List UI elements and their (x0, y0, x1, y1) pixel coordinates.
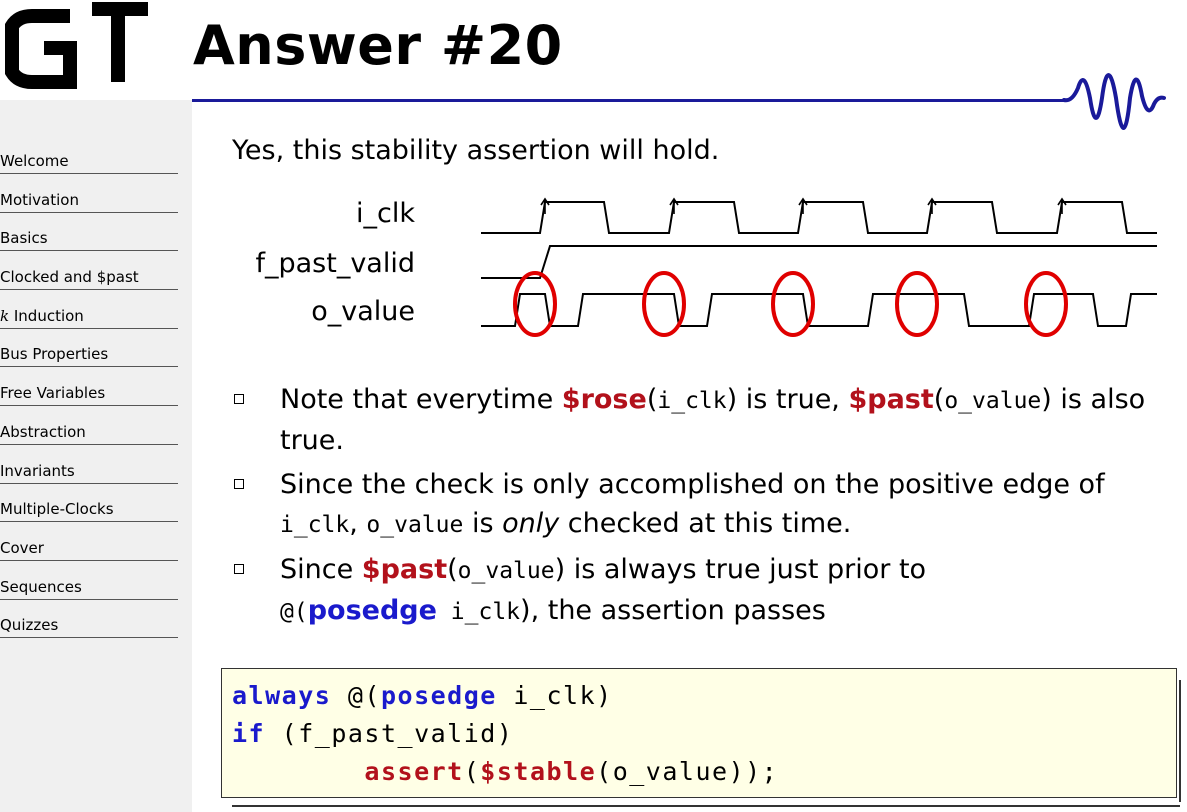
gt-logo (5, 2, 148, 89)
sidebar-item-motivation[interactable]: Motivation (0, 186, 180, 225)
sidebar-item-quizzes[interactable]: Quizzes (0, 611, 180, 650)
sidebar-item-basics[interactable]: Basics (0, 224, 180, 263)
signal-label-f-past-valid: f_past_valid (255, 248, 415, 279)
code-keyword: always (232, 681, 332, 710)
bullet-item: Since the check is only accomplished on … (230, 465, 1180, 545)
code-inline: o_value (457, 558, 555, 584)
code-inline: o_value (366, 512, 464, 538)
bullet-text: Since the check is only accomplished on … (280, 469, 1105, 500)
sidebar-item-invariants[interactable]: Invariants (0, 457, 180, 496)
highlight-circle (513, 271, 557, 337)
sidebar-item-welcome[interactable]: Welcome (0, 147, 180, 186)
code-inline: i_clk (436, 599, 521, 625)
bullet-text: ( (933, 384, 945, 415)
timing-diagram (481, 197, 1157, 337)
bullet-text: checked at this time. (559, 508, 852, 539)
page-title: Answer #20 (193, 14, 563, 77)
code-keyword: posedge (380, 681, 497, 710)
code-system-function: $stable (480, 757, 597, 786)
o-value-waveform (481, 293, 1157, 327)
posedge-keyword: posedge (307, 595, 437, 626)
sidebar-item-label: Cover (0, 539, 178, 561)
code-inline: i_clk (280, 512, 350, 538)
bullet-list: Note that everytime $rose(i_clk) is true… (230, 380, 1180, 632)
sidebar-item-label: k Induction (0, 307, 178, 329)
sidebar-nav: Welcome Motivation Basics Clocked and $p… (0, 147, 180, 650)
bullet-square-icon (234, 564, 244, 574)
sidebar-item-free-variables[interactable]: Free Variables (0, 379, 180, 418)
code-inline: i_clk (657, 388, 727, 414)
sidebar-item-multiple-clocks[interactable]: Multiple-Clocks (0, 495, 180, 534)
k-induction-text: Induction (9, 306, 84, 325)
sidebar-item-label: Motivation (0, 191, 178, 213)
code-block: always @(posedge i_clk) if (f_past_valid… (221, 668, 1177, 798)
sidebar-item-label: Bus Properties (0, 345, 178, 368)
intro-text: Yes, this stability assertion will hold. (232, 135, 720, 166)
code-text: (f_past_valid) (265, 719, 514, 748)
highlight-circle (895, 271, 939, 337)
emphasis-text: only (502, 508, 560, 539)
sidebar-item-clocked-and-past[interactable]: Clocked and $past (0, 263, 180, 302)
bullet-text: is (463, 508, 503, 539)
sidebar-item-label: Free Variables (0, 384, 178, 407)
code-keyword: if (232, 719, 266, 748)
sidebar-item-label: Basics (0, 229, 178, 252)
code-inline: @( (280, 599, 308, 625)
f-past-valid-waveform (481, 245, 1157, 279)
sidebar-item-label: Quizzes (0, 616, 178, 639)
i-clk-waveform (481, 201, 1157, 234)
sidebar-item-abstraction[interactable]: Abstraction (0, 418, 180, 457)
highlight-circle (642, 271, 686, 337)
sidebar-item-label: Invariants (0, 462, 178, 484)
sidebar-item-k-induction[interactable]: k Induction (0, 302, 180, 341)
code-box-shadow (1179, 680, 1181, 802)
bullet-square-icon (234, 479, 244, 489)
signal-label-i-clk: i_clk (356, 198, 415, 229)
sidebar-item-cover[interactable]: Cover (0, 534, 180, 573)
bullet-text: Note that everytime (280, 384, 562, 415)
bullet-item: Since $past(o_value) is always true just… (230, 550, 1180, 632)
past-keyword: $past (848, 384, 934, 415)
past-keyword: $past (361, 554, 448, 585)
bullet-square-icon (234, 394, 244, 404)
code-text: ( (463, 757, 481, 786)
bullet-text: ( (447, 554, 458, 585)
bullet-text: ( (646, 384, 658, 415)
sidebar-item-label: Sequences (0, 578, 178, 600)
code-system-function: assert (364, 757, 464, 786)
bullet-text: ) is true, (726, 384, 849, 415)
bullet-text: ) is always true just prior to (554, 554, 927, 585)
code-listing: always @(posedge i_clk) if (f_past_valid… (232, 677, 778, 791)
title-rule (192, 99, 1068, 102)
code-inline: o_value (944, 388, 1042, 414)
sidebar-item-label: Clocked and $past (0, 268, 178, 291)
bullet-item: Note that everytime $rose(i_clk) is true… (230, 380, 1180, 460)
sidebar-item-label: Welcome (0, 152, 178, 174)
code-text: i_clk) (496, 681, 613, 710)
k-variable: k (0, 306, 10, 325)
signal-label-o-value: o_value (311, 296, 415, 327)
bullet-text: Since (280, 554, 362, 585)
code-text: @( (331, 681, 381, 710)
rose-keyword: $rose (561, 384, 647, 415)
sidebar-item-label: Multiple-Clocks (0, 500, 178, 523)
bullet-text: ), the assertion passes (520, 595, 826, 626)
highlight-circle (771, 271, 815, 337)
sidebar-item-bus-properties[interactable]: Bus Properties (0, 340, 180, 379)
sidebar-item-label: Abstraction (0, 423, 178, 445)
code-box-shadow (232, 805, 1180, 807)
sidebar-item-sequences[interactable]: Sequences (0, 573, 180, 612)
code-text: (o_value)); (596, 757, 779, 786)
wave-icon (1062, 73, 1166, 130)
bullet-text: , (349, 508, 367, 539)
